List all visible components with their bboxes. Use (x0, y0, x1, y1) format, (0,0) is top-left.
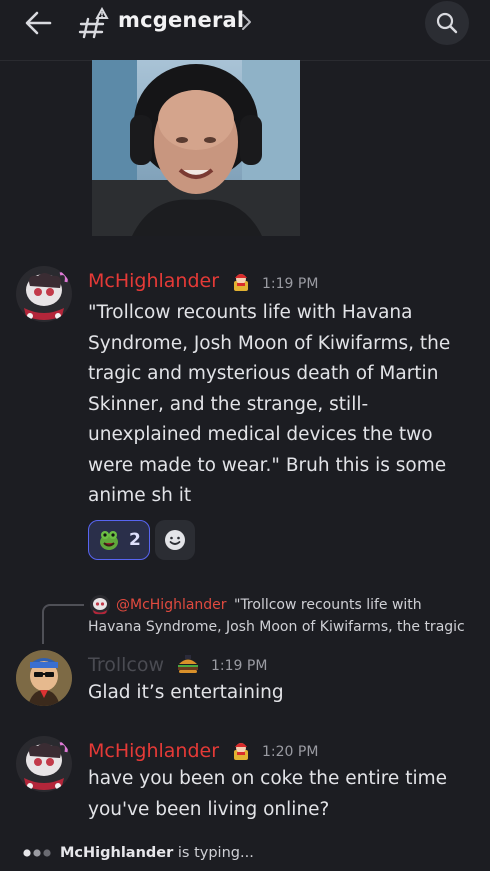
message-text: Glad it’s entertaining (88, 682, 284, 703)
search-icon (436, 12, 458, 34)
add-reaction-button[interactable] (155, 520, 195, 560)
avatar[interactable] (16, 650, 72, 706)
message-text: "Trollcow recounts life with Havana Synd… (88, 302, 451, 506)
reply-connector (42, 604, 84, 644)
typing-dots-icon (23, 849, 51, 857)
message-timestamp: 1:20 PM (262, 744, 319, 760)
message-timestamp: 1:19 PM (211, 658, 268, 674)
typing-suffix: is typing... (173, 845, 254, 861)
embedded-photo[interactable] (92, 60, 300, 236)
reply-avatar (90, 595, 110, 615)
channel-header: mcgeneral (0, 0, 490, 46)
text-channel-rules-icon (78, 6, 112, 39)
reply-preview-text[interactable]: Havana Syndrome, Josh Moon of Kiwifarms,… (88, 619, 465, 635)
message-author[interactable]: McHighlander (88, 740, 219, 762)
reaction-button[interactable]: 2 (88, 520, 150, 560)
message-author[interactable]: Trollcow (88, 654, 164, 676)
channel-name[interactable]: mcgeneral (118, 8, 244, 32)
avatar[interactable] (16, 736, 72, 792)
frog-emoji-icon (100, 531, 118, 550)
search-button[interactable] (425, 1, 469, 45)
avatar[interactable] (16, 266, 72, 322)
back-button[interactable] (22, 7, 54, 39)
reply-mention[interactable]: @McHighlander (116, 597, 227, 613)
arrow-left-icon (25, 11, 52, 35)
message-author[interactable]: McHighlander (88, 270, 219, 292)
message-text: have you been on coke the entire time yo… (88, 768, 447, 820)
chevron-right-icon[interactable] (240, 11, 254, 33)
burger-badge-icon (176, 655, 198, 675)
message-timestamp: 1:19 PM (262, 276, 319, 292)
typing-text: McHighlander is typing... (60, 845, 254, 861)
typing-indicator: McHighlander is typing... (22, 845, 254, 861)
reaction-count: 2 (129, 530, 141, 550)
typing-user: McHighlander (60, 845, 174, 861)
smiley-add-icon (165, 530, 185, 550)
mcdonalds-badge-icon (231, 272, 251, 292)
reply-preview-text[interactable]: "Trollcow recounts life with (234, 597, 422, 613)
mcdonalds-badge-icon (231, 741, 251, 761)
